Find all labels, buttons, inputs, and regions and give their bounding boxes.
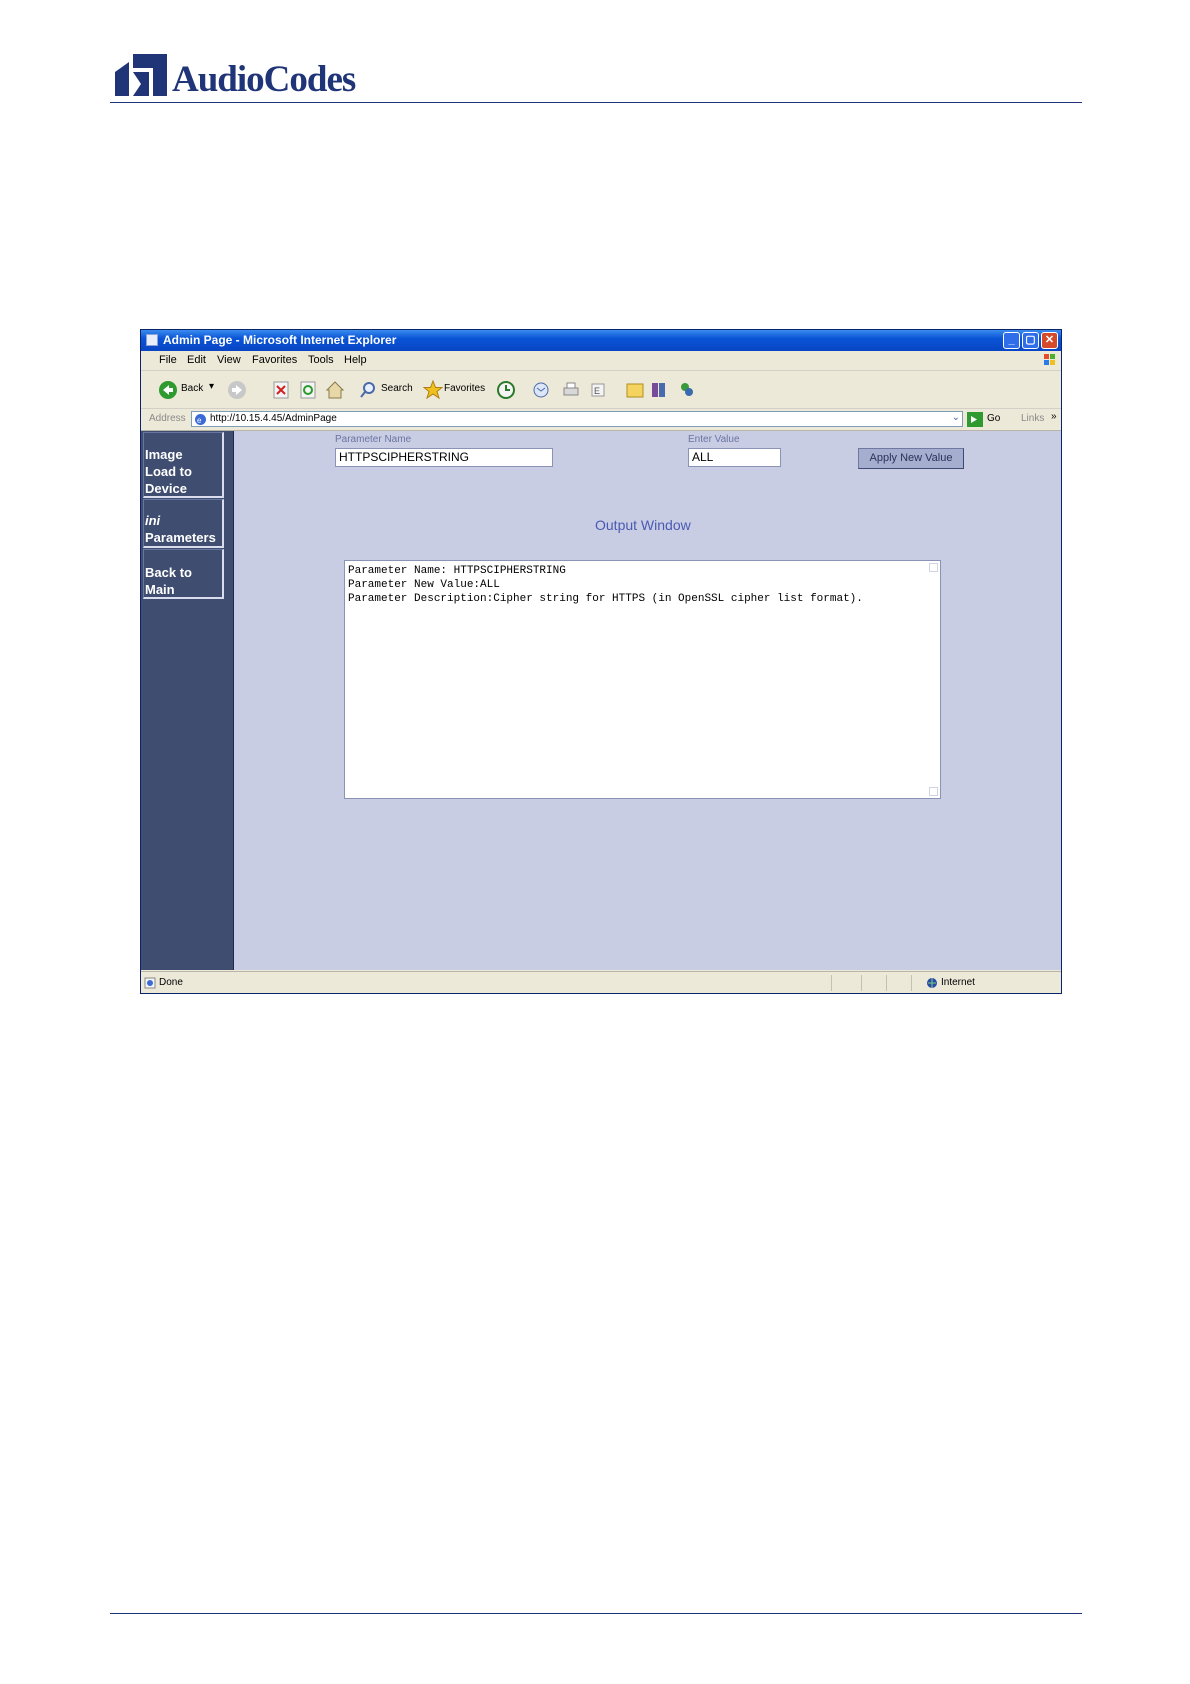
enter-value-input[interactable]: ALL (688, 448, 781, 467)
go-button[interactable]: Go (987, 413, 1000, 424)
sidebar-item-label: Back to (145, 565, 192, 580)
menu-file[interactable]: File (159, 354, 177, 366)
svg-text:e: e (197, 416, 202, 425)
back-dropdown-icon[interactable]: ▾ (209, 381, 214, 392)
back-label[interactable]: Back (181, 383, 203, 394)
sidebar-item-label: Image (145, 447, 183, 462)
enter-value-label: Enter Value (688, 434, 740, 445)
window-title: Admin Page - Microsoft Internet Explorer (163, 333, 397, 347)
output-line: Parameter Description:Cipher string for … (348, 593, 863, 605)
history-icon[interactable] (496, 379, 516, 401)
footer-rule (110, 1613, 1082, 1614)
page-content: Image Load to Device ini Parameters Back… (141, 431, 1061, 970)
svg-text:E: E (594, 386, 600, 396)
status-divider (861, 975, 862, 991)
sidebar-item-ini-parameters[interactable]: ini Parameters (143, 499, 224, 548)
menu-bar: File Edit View Favorites Tools Help (141, 351, 1061, 371)
page-icon: e (195, 414, 206, 425)
scroll-up-icon[interactable] (929, 563, 938, 572)
messenger-icon[interactable] (677, 379, 697, 401)
sidebar-item-label: Load to (145, 464, 192, 479)
refresh-icon[interactable] (299, 379, 317, 401)
scroll-down-icon[interactable] (929, 787, 938, 796)
address-url: http://10.15.4.45/AdminPage (210, 413, 337, 424)
audiocodes-logo: AudioCodes (115, 54, 375, 104)
research-icon[interactable] (649, 379, 669, 401)
parameter-name-input[interactable]: HTTPSCIPHERSTRING (335, 448, 553, 467)
search-icon[interactable] (358, 379, 378, 401)
links-chevron-icon[interactable]: » (1051, 411, 1057, 422)
mail-icon[interactable] (531, 379, 553, 401)
windows-flag-icon (1044, 354, 1055, 365)
security-zone-text: Internet (941, 977, 975, 988)
stop-icon[interactable] (272, 379, 290, 401)
address-label: Address (149, 413, 186, 424)
output-window[interactable]: Parameter Name: HTTPSCIPHERSTRING Parame… (344, 560, 941, 799)
output-line: Parameter Name: HTTPSCIPHERSTRING (348, 565, 566, 577)
status-bar: Done Internet (141, 971, 1061, 993)
parameter-name-label: Parameter Name (335, 434, 412, 445)
browser-window: Admin Page - Microsoft Internet Explorer… (140, 329, 1062, 994)
address-input[interactable]: e http://10.15.4.45/AdminPage ⌄ (191, 411, 963, 427)
favorites-star-icon[interactable] (423, 379, 443, 401)
folder-icon[interactable] (625, 379, 645, 401)
ie-page-icon (146, 334, 158, 346)
output-line: Parameter New Value:ALL (348, 579, 500, 591)
sidebar: Image Load to Device ini Parameters Back… (141, 431, 234, 970)
maximize-icon[interactable]: ▢ (1022, 332, 1039, 349)
status-text: Done (159, 977, 183, 988)
sidebar-item-label: Main (145, 582, 175, 597)
header-rule (110, 102, 1082, 103)
minimize-icon[interactable]: _ (1003, 332, 1020, 349)
sidebar-item-label: ini (145, 513, 161, 528)
menu-help[interactable]: Help (344, 354, 367, 366)
sidebar-item-label: Parameters (145, 530, 216, 545)
menu-favorites[interactable]: Favorites (252, 354, 297, 366)
output-window-title: Output Window (595, 517, 691, 533)
toolbar: Back ▾ Search Favorites E (141, 371, 1061, 409)
sidebar-item-label: Device (145, 481, 187, 496)
links-label[interactable]: Links (1021, 413, 1044, 424)
status-divider (911, 975, 912, 991)
address-bar: Address e http://10.15.4.45/AdminPage ⌄ … (141, 409, 1061, 431)
apply-new-value-button[interactable]: Apply New Value (858, 448, 964, 469)
sidebar-item-back-to-main[interactable]: Back to Main (143, 549, 224, 599)
close-icon[interactable]: ✕ (1041, 332, 1058, 349)
title-bar: Admin Page - Microsoft Internet Explorer… (141, 330, 1061, 351)
back-icon[interactable] (158, 379, 178, 401)
sidebar-item-image-load[interactable]: Image Load to Device (143, 432, 224, 498)
menu-view[interactable]: View (217, 354, 241, 366)
go-arrow-icon[interactable] (967, 412, 983, 427)
status-divider (886, 975, 887, 991)
print-icon[interactable] (561, 379, 581, 401)
status-divider (831, 975, 832, 991)
logo-mark-icon (115, 54, 167, 96)
edit-icon[interactable]: E (589, 379, 613, 401)
forward-icon[interactable] (227, 379, 247, 401)
home-icon[interactable] (325, 379, 345, 401)
menu-edit[interactable]: Edit (187, 354, 206, 366)
internet-zone-icon (927, 978, 937, 988)
favorites-label[interactable]: Favorites (444, 383, 485, 394)
menu-tools[interactable]: Tools (308, 354, 334, 366)
logo-text: AudioCodes (172, 59, 356, 100)
status-page-icon (144, 977, 156, 989)
address-dropdown-icon[interactable]: ⌄ (952, 412, 960, 423)
search-label[interactable]: Search (381, 383, 413, 394)
